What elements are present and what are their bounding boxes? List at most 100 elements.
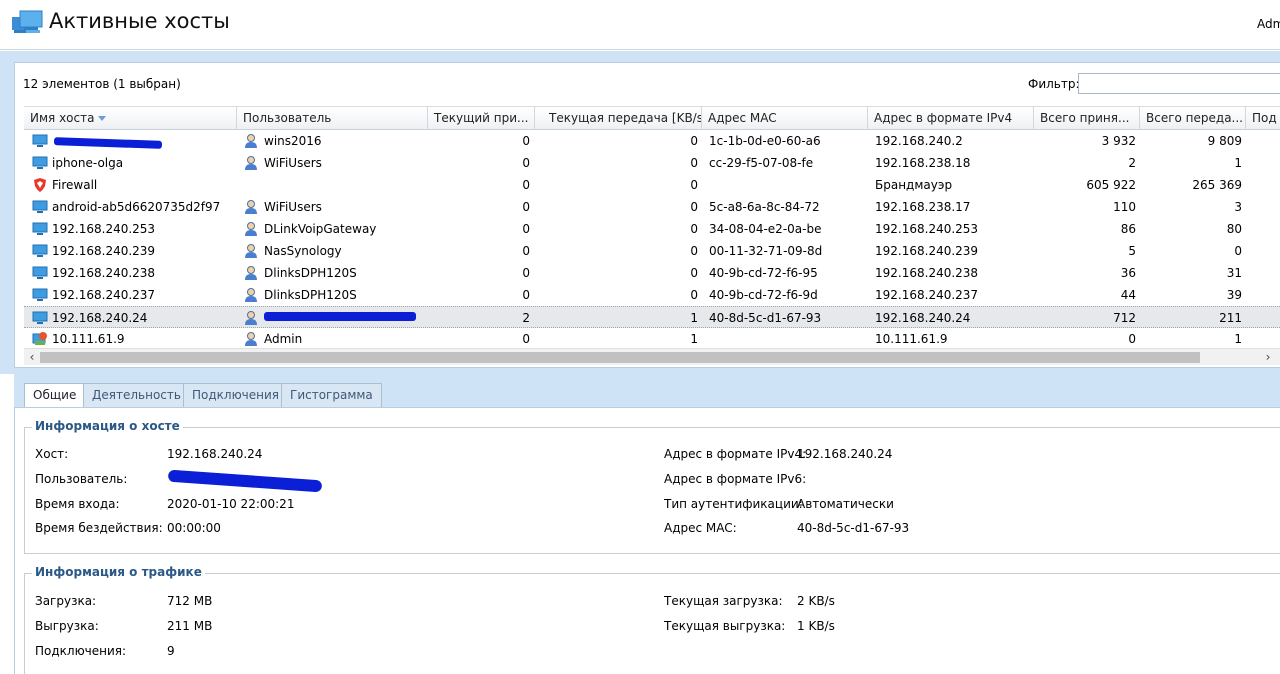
mac-label: Адрес MAC: [664,521,737,535]
mac-cell: 40-9b-cd-72-f6-95 [709,266,818,280]
filter-input[interactable] [1078,73,1280,94]
firewall-shield-icon [32,177,48,193]
computer-icon [32,310,48,326]
page-title: Активные хосты [49,9,230,33]
user-cell: DLinkVoipGateway [264,222,377,236]
user-icon [243,221,259,237]
current-download-label: Текущая загрузка: [664,594,783,608]
column-header-current-tx[interactable]: Текущая передача [KB/s] [535,107,702,130]
table-row[interactable]: 10.111.61.9 Admin 0 1 10.111.61.9 0 1 [24,328,1280,350]
current-upload-value: 1 KB/s [797,619,835,633]
current-rx-cell: 0 [522,244,530,258]
host-cell: 10.111.61.9 [52,332,125,346]
table-row[interactable]: android-ab5d6620735d2f97 WiFiUsers 0 0 5c-a8… [24,196,1280,218]
total-rx-cell: 5 [1128,244,1136,258]
column-header-total-rx[interactable]: Всего приня... [1034,107,1140,130]
total-tx-cell: 80 [1226,222,1242,236]
user-cell [264,174,424,196]
current-rx-cell: 0 [522,200,530,214]
scrollbar-thumb[interactable] [40,352,1200,363]
user-cell: WiFiUsers [264,200,322,214]
user-icon [243,199,259,215]
ipv4-label: Адрес в формате IPv4: [664,447,807,461]
tab-activity[interactable]: Деятельность [83,383,190,407]
user-cell: Admin [264,332,303,346]
table-row[interactable]: iphone-olga WiFiUsers 0 0 cc-29-f5-07-08-fe 1… [24,152,1280,174]
mac-cell: 00-11-32-71-09-8d [709,244,823,258]
idle-time-value: 00:00:00 [167,521,221,535]
computer-icon [32,243,48,259]
ipv4-cell: 192.168.240.24 [875,311,971,325]
horizontal-scrollbar[interactable]: ‹ › [24,348,1280,365]
total-tx-cell: 3 [1234,200,1242,214]
table-row[interactable]: 192.168.240.253 DLinkVoipGateway 0 0 34-08-0… [24,218,1280,240]
host-label: Хост: [35,447,69,461]
auth-type-value: Автоматически [797,497,894,511]
login-time-label: Время входа: [35,497,120,511]
current-rx-cell: 0 [522,222,530,236]
auth-type-label: Тип аутентификации: [664,497,803,511]
column-header-current-rx[interactable]: Текущий при... [428,107,535,130]
host-cell: 192.168.240.253 [52,222,156,236]
ipv4-cell: 10.111.61.9 [875,332,948,346]
table-row[interactable]: 192.168.240.239 NasSynology 0 0 00-11-32-71-… [24,240,1280,262]
host-cell: Firewall [52,178,98,192]
user-icon [243,331,259,347]
total-rx-cell: 44 [1120,288,1136,302]
connections-value: 9 [167,644,175,658]
user-icon [243,265,259,281]
column-header-total-tx[interactable]: Всего переда... [1140,107,1246,130]
ipv4-cell: 192.168.240.253 [875,222,979,236]
ipv4-cell: 192.168.240.238 [875,266,979,280]
user-cell: DlinksDPH120S [264,288,357,302]
current-tx-cell: 1 [690,332,698,346]
local-host-icon [32,331,48,347]
mac-cell: 5c-a8-6a-8c-84-72 [709,200,820,214]
mac-cell: 40-9b-cd-72-f6-9d [709,288,818,302]
total-rx-cell: 712 [1113,311,1136,325]
tab-histogram[interactable]: Гистограмма [281,383,382,407]
idle-time-label: Время бездействия: [35,521,163,535]
ipv4-cell: 192.168.240.239 [875,244,979,258]
ipv6-label: Адрес в формате IPv6: [664,472,807,486]
total-tx-cell: 31 [1226,266,1242,280]
total-tx-cell: 39 [1226,288,1242,302]
computer-icon [32,199,48,215]
current-tx-cell: 0 [690,222,698,236]
total-rx-cell: 86 [1120,222,1136,236]
column-header-user[interactable]: Пользователь [237,107,428,130]
redaction-mark [264,312,416,321]
upload-label: Выгрузка: [35,619,99,633]
total-rx-cell: 3 932 [1101,134,1136,148]
tab-connections[interactable]: Подключения [183,383,289,407]
host-cell: 192.168.240.24 [52,311,148,325]
current-rx-cell: 0 [522,156,530,170]
table-row[interactable]: 192.168.240.24 2 1 40-8d-5c-d1-67-93 192.168… [24,306,1280,328]
user-icon [243,287,259,303]
user-label: Пользователь: [35,472,128,486]
column-header-mac[interactable]: Адрес MAC [702,107,868,130]
column-header-hostname[interactable]: Имя хоста [24,107,237,130]
user-icon [243,133,259,149]
total-tx-cell: 211 [1219,311,1242,325]
mac-cell [709,328,864,350]
table-row[interactable]: Firewall 0 0 Брандмауэр 605 922 265 369 [24,174,1280,196]
table-row[interactable]: 192.168.240.237 DlinksDPH120S 0 0 40-9b-cd-7… [24,284,1280,306]
ipv4-cell: 192.168.238.17 [875,200,971,214]
tab-general[interactable]: Общие [24,383,86,408]
items-count-label: 12 элементов (1 выбран) [23,77,181,91]
column-header-more[interactable]: Под [1246,107,1280,130]
host-cell: android-ab5d6620735d2f97 [52,200,221,214]
current-tx-cell: 0 [690,178,698,192]
scroll-left-icon[interactable]: ‹ [24,349,40,366]
table-row[interactable]: 192.168.240.238 DlinksDPH120S 0 0 40-9b-cd-7… [24,262,1280,284]
current-rx-cell: 0 [522,332,530,346]
user-cell: wins2016 [264,134,322,148]
host-value: 192.168.240.24 [167,447,263,461]
column-header-ipv4[interactable]: Адрес в формате IPv4 [868,107,1034,130]
filter-label: Фильтр: [1028,77,1080,91]
scroll-right-icon[interactable]: › [1260,349,1276,366]
current-user-label[interactable]: Admin [1257,17,1280,31]
table-row[interactable]: wins2016 0 0 1c-1b-0d-e0-60-a6 192.168.240.2… [24,130,1280,152]
grid-header: Имя хоста Пользователь Текущий при... Те… [24,106,1280,130]
